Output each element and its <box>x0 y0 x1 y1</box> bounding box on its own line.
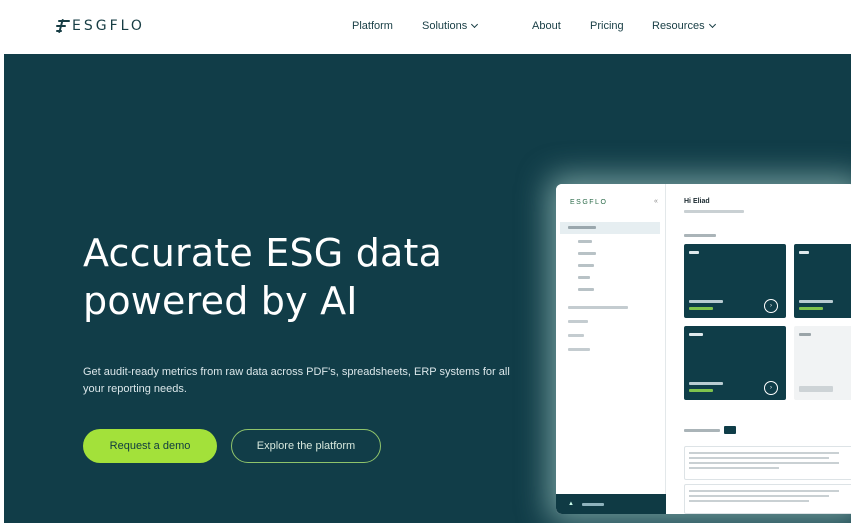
page: ESGFLO Platform Solutions About Pricing … <box>0 0 851 523</box>
hero-title-line: powered by AI <box>83 279 358 323</box>
text-placeholder <box>568 320 588 323</box>
app-sidebar-item <box>560 284 660 296</box>
nav-item-solutions[interactable]: Solutions <box>422 20 532 32</box>
arrow-icon: › <box>764 381 778 395</box>
text-placeholder <box>578 252 596 255</box>
text-placeholder <box>578 288 594 291</box>
hero-subtitle: Get audit-ready metrics from raw data ac… <box>83 366 510 395</box>
brand-name: ESGFLO <box>72 18 145 34</box>
top-nav: ESGFLO Platform Solutions About Pricing … <box>0 0 851 54</box>
app-logo: ESGFLO <box>570 199 608 206</box>
nav-item-label: Resources <box>652 20 705 32</box>
chevron-down-icon <box>708 20 716 29</box>
explore-platform-button[interactable]: Explore the platform <box>231 429 381 463</box>
dashboard-card <box>794 244 851 318</box>
collapse-icon: « <box>654 198 658 205</box>
logo-icon <box>56 19 70 33</box>
app-sidebar-footer: ▲ <box>556 494 666 514</box>
app-sidebar-item <box>560 260 660 272</box>
arrow-icon: › <box>764 299 778 313</box>
hero-edge <box>0 54 4 523</box>
request-demo-button[interactable]: Request a demo <box>83 429 217 463</box>
dashboard-card <box>794 326 851 400</box>
text-placeholder <box>684 234 716 237</box>
text-placeholder <box>568 348 590 351</box>
brand-logo[interactable]: ESGFLO <box>56 18 145 34</box>
nav-item-platform[interactable]: Platform <box>352 20 422 32</box>
app-sidebar-item <box>560 272 660 284</box>
nav-item-label: Platform <box>352 20 393 32</box>
nav-item-label: About <box>532 20 561 32</box>
nav-item-label: Pricing <box>590 20 624 32</box>
app-sidebar-item <box>560 248 660 260</box>
text-placeholder <box>684 210 744 213</box>
dashboard-card: › <box>684 326 786 400</box>
text-placeholder <box>568 334 584 337</box>
dashboard-card: › <box>684 244 786 318</box>
main-menu: Platform Solutions About Pricing Resourc… <box>352 20 716 32</box>
text-placeholder <box>684 429 720 432</box>
app-screenshot: ESGFLO « ▲ Hi Eliad › › <box>556 184 851 514</box>
text-placeholder <box>578 264 594 267</box>
hero-title-line: Accurate ESG data <box>83 231 443 275</box>
info-panel <box>684 446 851 480</box>
chevron-down-icon <box>471 20 479 29</box>
app-sidebar: ESGFLO « ▲ <box>556 184 666 514</box>
nav-item-resources[interactable]: Resources <box>652 20 716 32</box>
hero-title: Accurate ESG data powered by AI <box>83 229 442 325</box>
text-placeholder <box>578 276 590 279</box>
nav-item-label: Solutions <box>422 20 468 32</box>
nav-item-pricing[interactable]: Pricing <box>590 20 652 32</box>
count-badge <box>724 426 736 434</box>
nav-item-about[interactable]: About <box>532 20 590 32</box>
text-placeholder <box>568 306 628 309</box>
text-placeholder <box>578 240 592 243</box>
app-greeting: Hi Eliad <box>684 198 710 205</box>
info-panel <box>684 484 851 514</box>
app-main: Hi Eliad › › <box>666 184 851 514</box>
app-sidebar-item <box>560 236 660 248</box>
text-placeholder <box>568 226 596 229</box>
